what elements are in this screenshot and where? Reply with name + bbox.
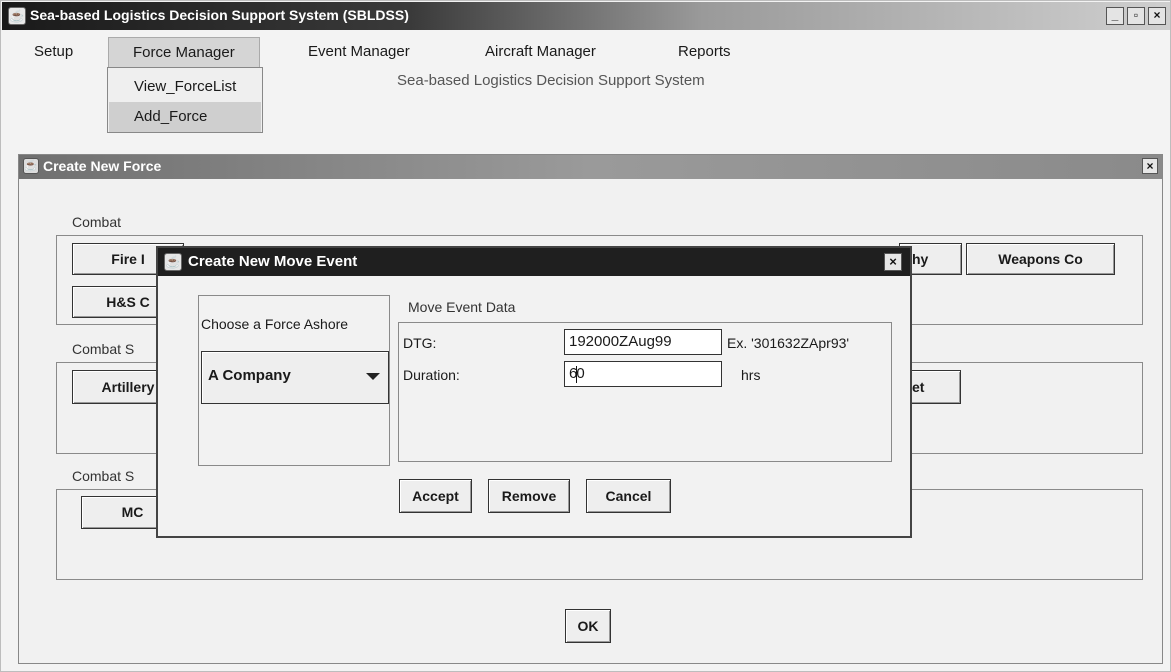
java-cup-icon: ☕: [164, 253, 182, 271]
combat-group-label: Combat: [72, 214, 122, 230]
combat-service-group-label: Combat S: [72, 468, 135, 484]
move-event-title-bar[interactable]: ☕ Create New Move Event ×: [158, 248, 910, 276]
ok-button[interactable]: OK: [565, 609, 611, 643]
menu-setup[interactable]: Setup: [34, 43, 73, 60]
create-force-title: Create New Force: [43, 158, 162, 174]
move-event-data-label: Move Event Data: [408, 299, 516, 315]
duration-label: Duration:: [403, 367, 460, 383]
force-manager-menu: View_ForceList Add_Force: [107, 67, 263, 133]
background-title: Sea-based Logistics Decision Support Sys…: [397, 72, 705, 89]
choose-force-label: Choose a Force Ashore: [201, 316, 349, 332]
cancel-button[interactable]: Cancel: [586, 479, 671, 513]
create-force-title-bar[interactable]: ☕ Create New Force ×: [19, 155, 1162, 179]
remove-button[interactable]: Remove: [488, 479, 570, 513]
menu-force-manager[interactable]: Force Manager: [108, 37, 260, 68]
duration-value-part: 0: [576, 365, 585, 382]
chevron-down-icon: [366, 373, 380, 380]
menu-aircraft-manager[interactable]: Aircraft Manager: [485, 43, 596, 60]
combat-support-group-label: Combat S: [72, 341, 135, 357]
maximize-icon[interactable]: ▫: [1127, 7, 1145, 25]
dtg-input[interactable]: 192000ZAug99: [564, 329, 722, 355]
force-dropdown-value: A Company: [208, 367, 291, 384]
main-window: ☕ Sea-based Logistics Decision Support S…: [0, 0, 1171, 672]
menu-event-manager[interactable]: Event Manager: [308, 43, 410, 60]
weapons-company-button[interactable]: Weapons Co: [966, 243, 1115, 275]
main-title-bar[interactable]: ☕ Sea-based Logistics Decision Support S…: [2, 2, 1170, 30]
close-icon[interactable]: ×: [1148, 7, 1166, 25]
move-event-title: Create New Move Event: [188, 253, 358, 270]
dtg-example-label: Ex. '301632ZApr93': [727, 335, 850, 351]
duration-input[interactable]: 60: [564, 361, 722, 387]
menu-bar: Setup Force Manager Event Manager Aircra…: [2, 31, 1170, 68]
force-dropdown[interactable]: A Company: [201, 351, 389, 404]
java-cup-icon: ☕: [23, 158, 39, 174]
create-move-event-dialog: ☕ Create New Move Event × Choose a Force…: [156, 246, 912, 538]
window-title: Sea-based Logistics Decision Support Sys…: [30, 7, 409, 23]
close-icon[interactable]: ×: [884, 253, 902, 271]
duration-unit-label: hrs: [741, 367, 761, 383]
java-cup-icon: ☕: [8, 7, 26, 25]
menu-reports[interactable]: Reports: [678, 43, 731, 60]
close-icon[interactable]: ×: [1142, 158, 1158, 174]
minimize-icon[interactable]: _: [1106, 7, 1124, 25]
dtg-label: DTG:: [403, 335, 437, 351]
menu-item-add-force[interactable]: Add_Force: [109, 102, 261, 132]
accept-button[interactable]: Accept: [399, 479, 472, 513]
menu-item-view-forcelist[interactable]: View_ForceList: [109, 72, 261, 102]
